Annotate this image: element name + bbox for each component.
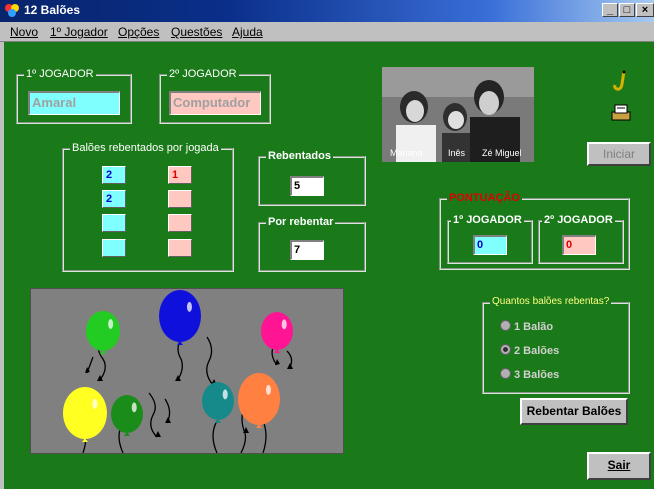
window-title: 12 Balões (24, 3, 81, 17)
p2-play-cell (168, 190, 192, 208)
score-p1-value: 0 (473, 235, 507, 255)
menu-novo[interactable]: Novo (10, 25, 38, 39)
radio-3-label: 3 Balões (514, 369, 560, 381)
quantos-legend: Quantos balões rebentas? (490, 296, 612, 307)
photo-name-mariana: Mariana (390, 148, 423, 158)
menu-bar: Novo 1º Jogador Opções Questões Ajuda (0, 22, 654, 42)
game-area: 1º JOGADOR Amaral 2º JOGADOR Computador … (4, 42, 654, 489)
radio-1-balao[interactable]: 1 Balão (500, 320, 553, 333)
per-play-legend: Balões rebentados por jogada (70, 142, 221, 154)
sair-button[interactable]: Sair (587, 452, 651, 480)
menu-questoes[interactable]: Questões (171, 25, 222, 39)
pontuacao-frame: PONTUAÇÃO 1º JOGADOR 0 2º JOGADOR 0 (439, 192, 630, 270)
balloon-orange[interactable] (238, 373, 280, 428)
balloon-pink[interactable] (261, 312, 293, 353)
player1-frame: 1º JOGADOR Amaral (16, 68, 132, 124)
p1-play-cell: 2 (102, 166, 126, 184)
player2-name: Computador (169, 91, 261, 115)
balloon-canvas (30, 288, 344, 454)
score-p2-legend: 2º JOGADOR (542, 214, 615, 226)
balloons-app-icon (5, 4, 19, 17)
p2-play-cell (168, 239, 192, 257)
pontuacao-legend: PONTUAÇÃO (447, 192, 522, 204)
rebentados-frame: Rebentados 5 (258, 150, 366, 206)
balloon-teal[interactable] (202, 382, 234, 423)
score-p1-legend: 1º JOGADOR (451, 214, 524, 226)
p2-play-cell: 1 (168, 166, 192, 184)
score-p1-frame: 1º JOGADOR 0 (447, 214, 533, 264)
player2-frame: 2º JOGADOR Computador (159, 68, 271, 124)
balloon-blue[interactable] (159, 290, 201, 345)
menu-opcoes[interactable]: Opções (118, 25, 159, 39)
score-p2-frame: 2º JOGADOR 0 (538, 214, 624, 264)
per-play-frame: Balões rebentados por jogada 2 2 1 (62, 142, 234, 272)
printer-icon[interactable] (610, 102, 632, 124)
close-button[interactable]: × (636, 3, 654, 17)
maximize-button[interactable]: □ (619, 3, 635, 17)
player1-name: Amaral (28, 91, 120, 115)
title-bar: 12 Balões _ □ × (0, 0, 654, 22)
player2-legend: 2º JOGADOR (167, 68, 239, 80)
quantos-frame: Quantos balões rebentas? 1 Balão 2 Balõe… (482, 296, 630, 394)
rebentar-baloes-button[interactable]: Rebentar Balões (520, 398, 628, 425)
photo-name-ze-miguel: Zé Miguel (482, 148, 522, 158)
radio-dot (500, 368, 511, 379)
photo-name-ines: Inês (448, 148, 466, 158)
radio-3-baloes[interactable]: 3 Balões (500, 368, 559, 381)
p1-play-cell (102, 214, 126, 232)
balloon-dark-green[interactable] (111, 395, 143, 436)
menu-jogador[interactable]: 1º Jogador (50, 25, 108, 39)
por-rebentar-frame: Por rebentar 7 (258, 216, 366, 272)
menu-ajuda[interactable]: Ajuda (232, 25, 263, 39)
radio-1-label: 1 Balão (514, 321, 554, 333)
balloon-yellow[interactable] (63, 387, 107, 442)
rebentados-value: 5 (290, 176, 324, 196)
minimize-button[interactable]: _ (602, 3, 618, 17)
score-p2-value: 0 (562, 235, 596, 255)
family-photo: Mariana Inês Zé Miguel (382, 67, 534, 162)
radio-dot-selected (500, 344, 511, 355)
por-rebentar-legend: Por rebentar (266, 216, 336, 228)
p1-play-cell: 2 (102, 190, 126, 208)
p2-play-cell (168, 214, 192, 232)
por-rebentar-value: 7 (290, 240, 324, 260)
player1-legend: 1º JOGADOR (24, 68, 96, 80)
saxophone-icon[interactable] (612, 70, 630, 92)
rebentados-legend: Rebentados (266, 150, 333, 162)
radio-dot (500, 320, 511, 331)
p1-play-cell (102, 239, 126, 257)
iniciar-button[interactable]: Iniciar (587, 142, 651, 166)
radio-2-baloes[interactable]: 2 Balões (500, 344, 559, 357)
radio-2-label: 2 Balões (514, 345, 560, 357)
balloon-green[interactable] (86, 311, 120, 354)
balloon-scene (63, 290, 293, 453)
